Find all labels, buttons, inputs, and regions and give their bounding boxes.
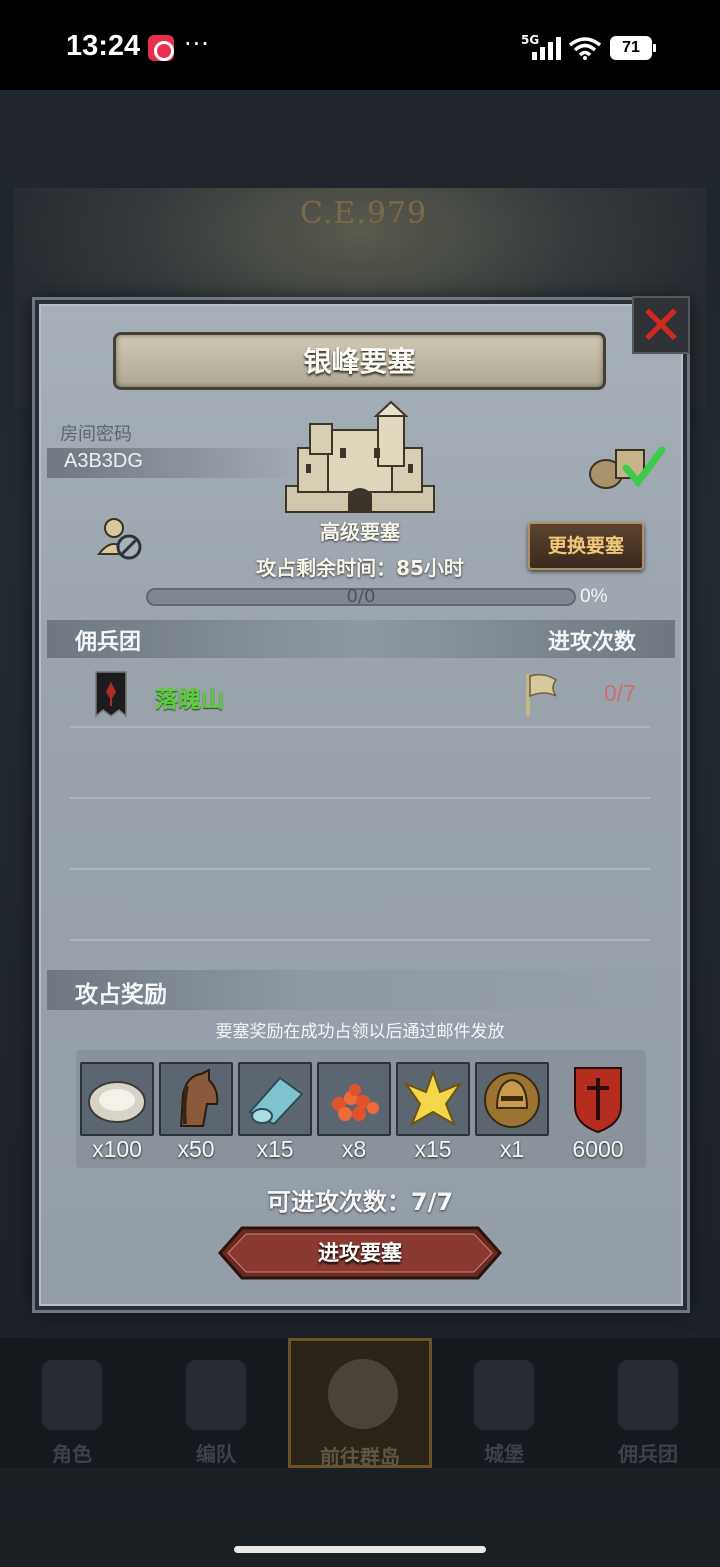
reward-qty: x15	[256, 1136, 294, 1162]
gold-crest-icon	[403, 1068, 463, 1127]
islands-compass-icon	[328, 1359, 398, 1429]
header-attack-count: 进攻次数	[548, 630, 637, 655]
close-icon: ✕	[638, 294, 684, 357]
character-icon	[42, 1360, 102, 1430]
reward-item-guild-points[interactable]	[561, 1062, 635, 1140]
close-button[interactable]: ✕	[632, 296, 690, 354]
home-indicator[interactable]	[234, 1546, 486, 1553]
room-code-value[interactable]: A3B3DG	[64, 450, 143, 473]
oyster-icon	[88, 1081, 146, 1123]
reward-slot	[80, 1062, 154, 1136]
mercenary-name[interactable]: 落魄山	[155, 680, 224, 714]
era-label: C.E.979	[300, 196, 428, 231]
status-time: 13:24	[66, 30, 141, 62]
capture-progress-percent: 0%	[580, 586, 608, 607]
reward-qty: x8	[341, 1136, 367, 1162]
horse-icon	[179, 1068, 219, 1127]
battery-indicator: 71	[610, 36, 656, 60]
reward-item-cloth[interactable]	[238, 1062, 312, 1136]
wifi-icon	[568, 37, 602, 60]
room-password-label: 房间密码	[60, 424, 132, 445]
reward-qty: x15	[414, 1136, 452, 1162]
top-band	[0, 90, 720, 188]
nav-label: 前往群岛	[320, 1445, 400, 1469]
fish-roe-icon	[332, 1084, 379, 1121]
fortress-title: 银峰要塞	[303, 345, 416, 378]
nav-label: 角色	[52, 1442, 92, 1466]
castle-icon	[285, 400, 435, 513]
reward-qty: x1	[499, 1136, 525, 1162]
more-notifications-icon: ···	[184, 30, 210, 58]
reward-slot	[396, 1062, 470, 1136]
nav-castle[interactable]: 城堡	[432, 1338, 576, 1468]
reward-item-horse[interactable]	[159, 1062, 233, 1136]
loot-bag-check-icon[interactable]	[586, 440, 666, 490]
reward-slot	[475, 1062, 549, 1136]
reward-qty: 6000	[572, 1136, 624, 1162]
mercenary-nav-icon	[618, 1360, 678, 1430]
title-plate: 银峰要塞	[113, 332, 606, 390]
reward-note: 要塞奖励在成功占领以后通过邮件发放	[215, 1022, 505, 1042]
nav-islands[interactable]: 前往群岛	[288, 1338, 432, 1469]
nav-label: 编队	[196, 1442, 236, 1466]
attack-flag-icon	[526, 673, 558, 716]
row-divider	[70, 939, 650, 941]
reward-item-roe[interactable]	[317, 1062, 391, 1136]
attacks-available: 可进攻次数：7/7	[266, 1188, 454, 1216]
nav-label: 城堡	[484, 1442, 524, 1466]
cloth-roll-icon	[248, 1076, 304, 1126]
row-divider	[70, 797, 650, 799]
reward-slot	[238, 1062, 312, 1136]
signal-icon	[532, 37, 561, 60]
guild-shield-icon	[574, 1067, 622, 1134]
notification-app-icon	[148, 35, 174, 61]
castle-nav-icon	[474, 1360, 534, 1430]
row-divider	[70, 868, 650, 870]
status-bar: 13:24 ··· 5G 71	[0, 0, 720, 90]
reward-slot	[317, 1062, 391, 1136]
attack-fortress-label: 进攻要塞	[318, 1241, 402, 1265]
reward-item-crest[interactable]	[396, 1062, 470, 1136]
reward-item-helmet[interactable]	[475, 1062, 549, 1136]
nav-formation[interactable]: 编队	[144, 1338, 288, 1468]
mercenary-attack-count: 0/7	[604, 680, 636, 706]
reward-title: 攻占奖励	[75, 982, 167, 1008]
nav-label: 佣兵团	[618, 1442, 678, 1466]
formation-icon	[186, 1360, 246, 1430]
reward-slot	[159, 1062, 233, 1136]
reward-qty: x50	[177, 1136, 215, 1162]
header-mercenary: 佣兵团	[75, 630, 142, 655]
nav-character[interactable]: 角色	[0, 1338, 144, 1468]
guild-banner-icon	[95, 671, 127, 718]
nav-mercenary[interactable]: 佣兵团	[576, 1338, 720, 1468]
capture-progress-text: 0/0	[346, 586, 376, 607]
knight-helmet-icon	[484, 1072, 540, 1128]
reward-qty: x100	[92, 1136, 142, 1162]
reward-item-oyster[interactable]	[80, 1062, 154, 1136]
capture-time-left: 攻占剩余时间：85小时	[256, 556, 464, 580]
row-divider	[70, 726, 650, 728]
